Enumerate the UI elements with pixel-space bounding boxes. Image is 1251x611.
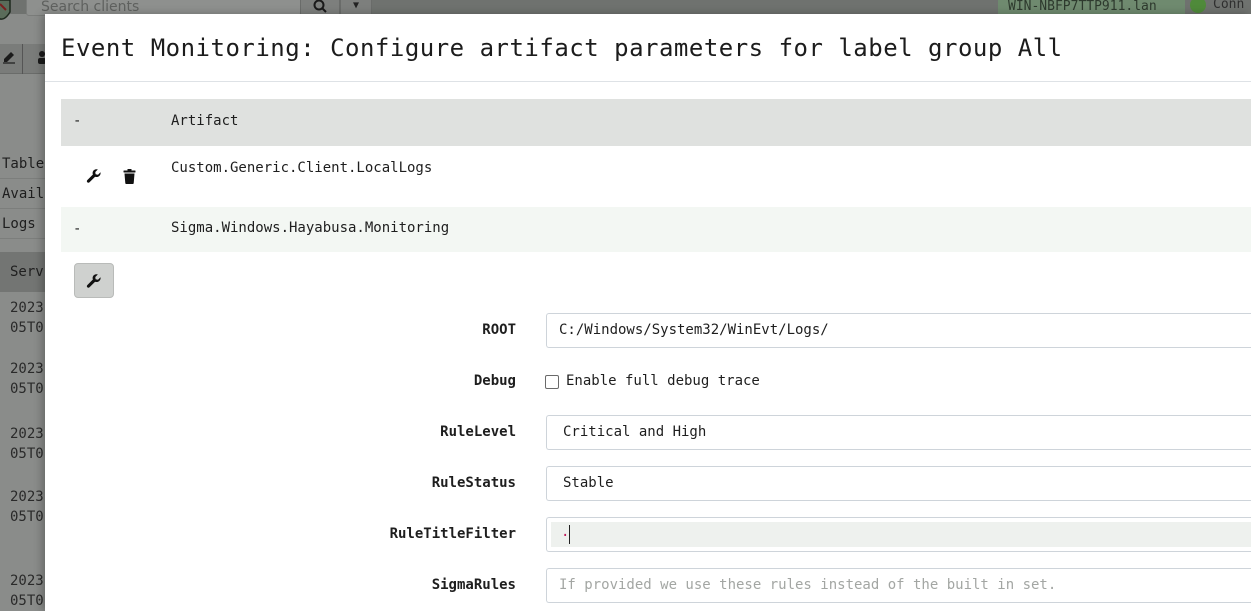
toolbar [0,44,46,74]
connection-status-text: Conn [1213,0,1245,12]
edit-icon[interactable] [2,50,16,68]
root-input[interactable]: C:/Windows/System32/WinEvt/Logs/ [546,313,1251,348]
rule-title-filter-label: RuleTitleFilter [389,526,516,542]
collapse-artifact-toggle[interactable]: - [73,221,81,237]
configure-artifact-button[interactable] [74,263,114,298]
root-label: ROOT [482,322,516,338]
server-column-header: Serv [0,252,46,292]
log-row: 2023 05T0 [10,426,44,462]
artifact-table: - Artifact Custom.Generic.Client.LocalLo… [61,99,1251,603]
editor-cursor [569,525,570,544]
log-row: 2023 05T0 [10,361,44,397]
configure-parameters-modal: Event Monitoring: Configure artifact par… [45,14,1251,611]
artifact-row-expanded[interactable]: - Sigma.Windows.Hayabusa.Monitoring [61,207,1251,252]
menu-item-table[interactable]: Table [0,150,46,179]
remove-artifact-button[interactable] [118,165,140,187]
app-logo [0,0,12,22]
log-row: 2023 05T0 [10,489,44,525]
rule-status-label: RuleStatus [431,475,516,491]
configure-artifact-button[interactable] [83,165,105,187]
collapse-all-toggle[interactable]: - [73,113,81,129]
debug-label: Debug [473,373,516,389]
rule-status-select[interactable]: Stable [546,466,1251,501]
debug-checkbox-label[interactable]: Enable full debug trace [566,373,760,389]
menu-item-logs[interactable]: Logs [0,210,46,239]
sigma-rules-placeholder: If provided we use these rules instead o… [559,577,1057,593]
rule-level-select[interactable]: Critical and High [546,415,1251,450]
editor-active-line: . [551,522,1251,547]
sigma-rules-input[interactable]: If provided we use these rules instead o… [546,568,1251,603]
modal-title: Event Monitoring: Configure artifact par… [61,34,1063,62]
rule-level-label: RuleLevel [440,424,516,440]
sigma-rules-label: SigmaRules [431,577,516,593]
search-icon [313,0,327,13]
artifact-column-header: Artifact [171,113,239,129]
log-row: 2023 05T0 [10,300,44,336]
debug-checkbox[interactable] [545,375,559,389]
modal-header: Event Monitoring: Configure artifact par… [45,14,1251,82]
caret-down-icon: ▼ [352,0,360,11]
trash-icon [123,168,135,184]
artifact-table-header: - Artifact [61,99,1251,146]
rule-title-filter-editor[interactable]: . [546,517,1251,552]
artifact-name: Sigma.Windows.Hayabusa.Monitoring [171,220,450,236]
wrench-icon [86,169,101,183]
log-row: 2023 05T0 [10,573,44,609]
menu-item-available[interactable]: Avail [0,180,46,209]
artifact-name: Custom.Generic.Client.LocalLogs [171,160,433,176]
wrench-icon [86,273,101,288]
artifact-row: Custom.Generic.Client.LocalLogs [61,146,1251,207]
